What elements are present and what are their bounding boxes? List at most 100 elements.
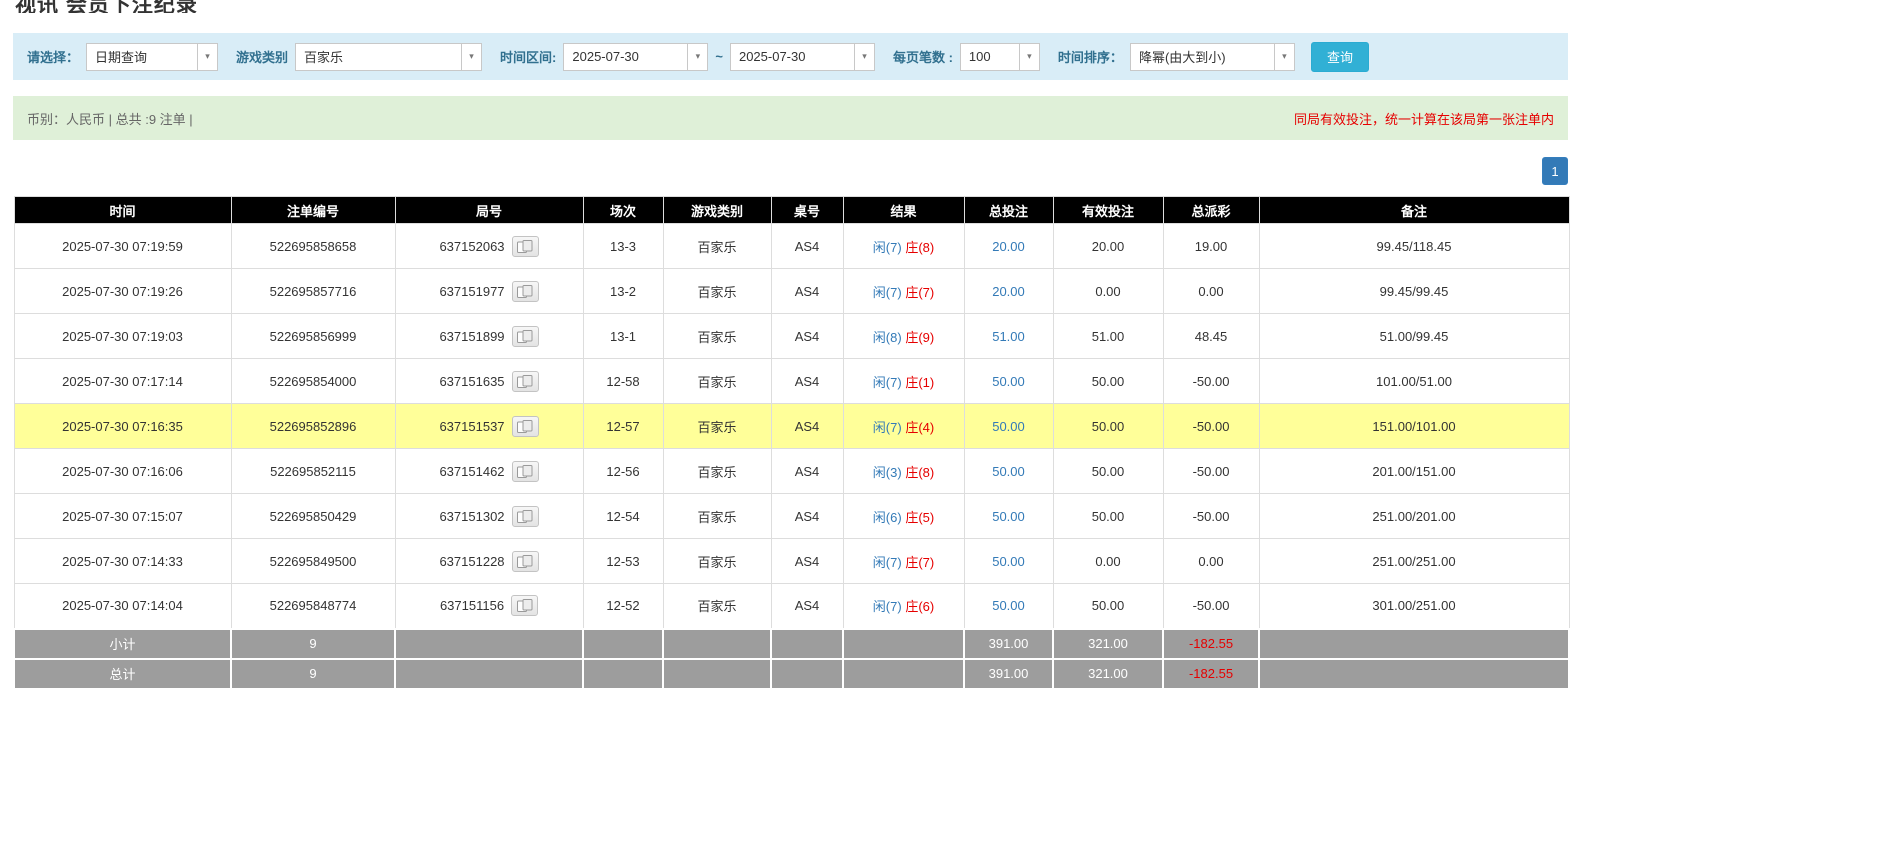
subtotal-row: 小计 9 391.00 321.00 -182.55: [13, 627, 1570, 660]
column-header: 有效投注: [1052, 196, 1164, 224]
cell-table-no: AS4: [770, 403, 844, 449]
cell-table-no: AS4: [770, 583, 844, 629]
column-header: 备注: [1258, 196, 1570, 224]
cell-round-id: 637151537: [394, 403, 584, 449]
result-banker: 庄(5): [905, 509, 935, 525]
query-button[interactable]: 查询: [1310, 41, 1369, 72]
page-size-select[interactable]: 100 ▾: [959, 42, 1040, 71]
time-sort-label: 时间排序：: [1057, 50, 1123, 65]
result-banker: 庄(9): [905, 329, 935, 345]
total-bet-link[interactable]: 50.00: [992, 464, 1025, 479]
cell-total-bet: 20.00: [963, 223, 1054, 269]
cell-session: 12-52: [582, 583, 664, 629]
game-type-select[interactable]: 百家乐 ▾: [295, 42, 483, 71]
cell-payout: 0.00: [1162, 538, 1260, 584]
cell-payout: -50.00: [1162, 493, 1260, 539]
page-content: 视讯 会员下注纪录 请选择： 日期查询 ▾ 游戏类别 百家乐 ▾ 时间区间: 2…: [13, 0, 1570, 690]
total-bet-link[interactable]: 50.00: [992, 419, 1025, 434]
view-cards-button[interactable]: [511, 280, 539, 302]
chevron-down-icon[interactable]: ▾: [1018, 42, 1040, 71]
view-cards-button[interactable]: [511, 505, 539, 527]
table-row: 2025-07-30 07:16:06 522695852115 637151462…: [13, 448, 1570, 494]
cell-bet-id: 522695848774: [230, 583, 396, 629]
view-cards-button[interactable]: [511, 325, 539, 347]
cell-round-id: 637151156: [394, 583, 584, 629]
game-type-label: 游戏类别: [236, 50, 289, 65]
notice-text: 同局有效投注，统一计算在该局第一张注单内: [1293, 111, 1554, 127]
summary-label: 总计: [13, 657, 232, 690]
cell-note: 151.00/101.00: [1258, 403, 1570, 449]
chevron-down-icon[interactable]: ▾: [461, 42, 483, 71]
column-header: 注单编号: [230, 196, 396, 224]
cell-note: 51.00/99.45: [1258, 313, 1570, 359]
cards-icon: [516, 599, 533, 613]
total-bet-link[interactable]: 50.00: [992, 374, 1025, 389]
cell-result: 闲(8) 庄(9): [842, 313, 965, 359]
date-to-select[interactable]: 2025-07-30 ▾: [729, 42, 875, 71]
cards-icon: [517, 554, 533, 568]
filter-bar: 请选择： 日期查询 ▾ 游戏类别 百家乐 ▾ 时间区间: 2025-07-30 …: [13, 33, 1568, 80]
cell-note: 251.00/251.00: [1258, 538, 1570, 584]
cell-payout: 0.00: [1162, 268, 1260, 314]
cards-icon: [517, 419, 533, 433]
cell-game-type: 百家乐: [662, 403, 772, 449]
cell-result: 闲(7) 庄(7): [842, 538, 965, 584]
view-cards-button[interactable]: [511, 550, 539, 572]
cell-note: 99.45/99.45: [1258, 268, 1570, 314]
total-bet-link[interactable]: 51.00: [992, 329, 1025, 344]
cell-session: 13-1: [582, 313, 664, 359]
cell-time: 2025-07-30 07:16:06: [13, 448, 232, 494]
summary-label: 小计: [13, 627, 232, 660]
view-cards-button[interactable]: [511, 460, 539, 482]
view-cards-button[interactable]: [511, 595, 539, 617]
cell-time: 2025-07-30 07:14:04: [13, 583, 232, 629]
currency-summary: 币别：人民币 | 总共 :9 注单 |: [27, 111, 193, 127]
cell-result: 闲(7) 庄(7): [842, 268, 965, 314]
total-bet-link[interactable]: 50.00: [992, 509, 1025, 524]
time-range-label: 时间区间:: [500, 50, 557, 65]
cell-bet-id: 522695857716: [230, 268, 396, 314]
cell-payout: 48.45: [1162, 313, 1260, 359]
cell-game-type: 百家乐: [662, 538, 772, 584]
view-cards-button[interactable]: [511, 235, 539, 257]
total-bet-link[interactable]: 20.00: [992, 239, 1025, 254]
view-cards-button[interactable]: [511, 415, 539, 437]
result-banker: 庄(7): [905, 284, 935, 300]
cell-total-bet: 50.00: [963, 358, 1054, 404]
column-header: 结果: [842, 196, 965, 224]
cell-valid-bet: 50.00: [1052, 358, 1164, 404]
cards-icon: [517, 374, 533, 388]
cell-total-bet: 50.00: [963, 493, 1054, 539]
date-from-select[interactable]: 2025-07-30 ▾: [563, 42, 709, 71]
page-title-wrap: 视讯 会员下注纪录: [13, 0, 1568, 13]
total-bet-link[interactable]: 50.00: [992, 598, 1025, 613]
cell-valid-bet: 50.00: [1052, 448, 1164, 494]
round-number: 637151302: [439, 508, 505, 524]
page-number-button[interactable]: 1: [1542, 157, 1568, 185]
cell-total-bet: 50.00: [963, 448, 1054, 494]
total-bet-link[interactable]: 20.00: [992, 284, 1025, 299]
cell-time: 2025-07-30 07:19:26: [13, 268, 232, 314]
cell-table-no: AS4: [770, 493, 844, 539]
cell-game-type: 百家乐: [662, 268, 772, 314]
cards-icon: [517, 464, 533, 478]
view-cards-button[interactable]: [511, 370, 539, 392]
pagination: 1: [13, 157, 1568, 185]
round-number: 637151228: [439, 553, 505, 569]
page-size-label: 每页笔数 :: [892, 50, 953, 65]
cell-session: 13-2: [582, 268, 664, 314]
cell-valid-bet: 51.00: [1052, 313, 1164, 359]
chevron-down-icon[interactable]: ▾: [1273, 42, 1295, 71]
cards-icon: [517, 284, 533, 298]
page-title: 视讯 会员下注纪录: [15, 0, 198, 13]
chevron-down-icon[interactable]: ▾: [197, 42, 219, 71]
cards-icon: [517, 509, 533, 523]
chevron-down-icon[interactable]: ▾: [687, 42, 709, 71]
cell-time: 2025-07-30 07:19:59: [13, 223, 232, 269]
time-sort-select[interactable]: 降幂(由大到小) ▾: [1129, 42, 1295, 71]
chevron-down-icon[interactable]: ▾: [853, 42, 875, 71]
total-bet-link[interactable]: 50.00: [992, 554, 1025, 569]
summary-count: 9: [230, 627, 396, 660]
date-type-select[interactable]: 日期查询 ▾: [86, 42, 219, 71]
cell-round-id: 637151899: [394, 313, 584, 359]
